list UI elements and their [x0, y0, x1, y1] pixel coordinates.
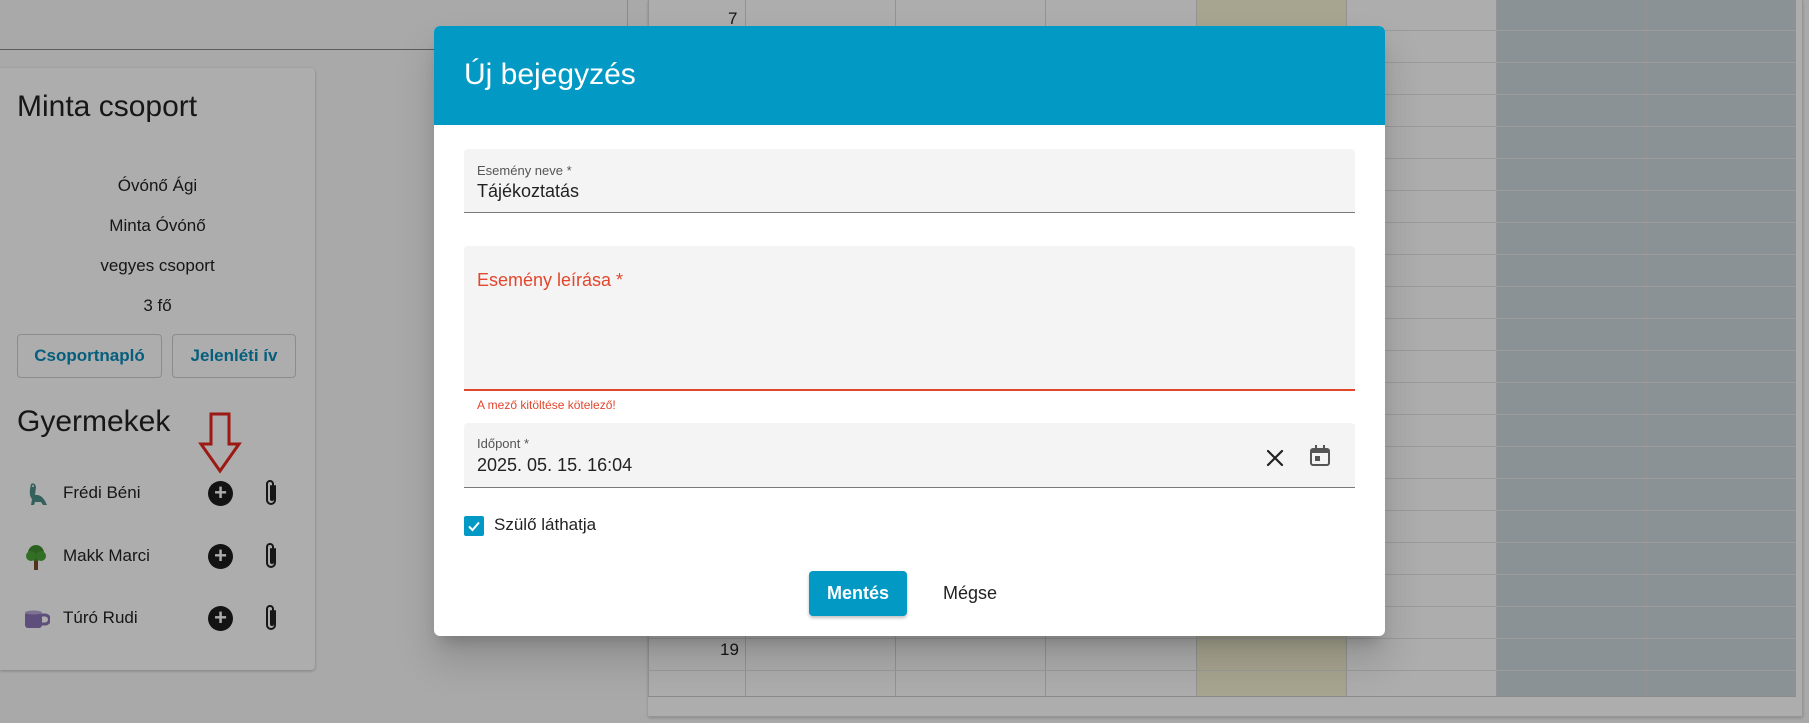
- time-field[interactable]: Időpont * 2025. 05. 15. 16:04: [464, 423, 1355, 488]
- event-description-label: Esemény leírása *: [477, 270, 624, 290]
- event-name-field[interactable]: Esemény neve * Tájékoztatás: [464, 149, 1355, 213]
- description-error-message: A mező kitöltése kötelező!: [477, 398, 616, 412]
- save-button[interactable]: Mentés: [809, 571, 907, 616]
- dialog-title: Új bejegyzés: [464, 58, 636, 91]
- parent-visible-label[interactable]: Szülő láthatja: [494, 515, 596, 535]
- clear-icon[interactable]: [1261, 444, 1289, 472]
- cancel-button[interactable]: Mégse: [921, 571, 1019, 616]
- event-description-field[interactable]: Esemény leírása *: [464, 246, 1355, 391]
- time-value[interactable]: 2025. 05. 15. 16:04: [477, 455, 632, 476]
- event-name-value[interactable]: Tájékoztatás: [477, 181, 579, 202]
- time-label: Időpont *: [477, 436, 530, 451]
- checkmark-icon: [468, 521, 480, 532]
- event-name-label: Esemény neve *: [477, 163, 572, 178]
- parent-visible-checkbox[interactable]: [464, 516, 484, 536]
- new-entry-dialog: Új bejegyzés Esemény neve * Tájékoztatás…: [434, 26, 1385, 636]
- calendar-icon[interactable]: [1306, 442, 1334, 470]
- dialog-header: Új bejegyzés: [434, 26, 1385, 125]
